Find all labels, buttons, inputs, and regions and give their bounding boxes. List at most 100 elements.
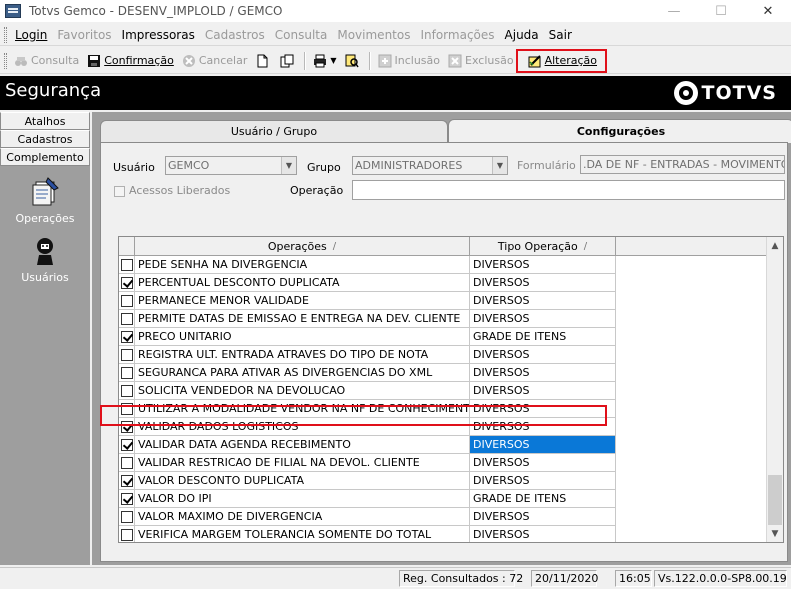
formulario-field[interactable]: .DA DE NF - ENTRADAS - MOVIMENTOS xyxy=(580,155,785,174)
operacao-cell[interactable]: PERMANECE MENOR VALIDADE xyxy=(135,292,470,310)
row-checkbox[interactable] xyxy=(121,277,133,289)
table-row[interactable]: PERMANECE MENOR VALIDADE DIVERSOS xyxy=(119,292,616,310)
tab-configuracoes[interactable]: Configurações xyxy=(448,119,791,143)
nav-usuarios[interactable]: Usuários xyxy=(0,235,90,284)
menu-ajuda[interactable]: Ajuda xyxy=(500,28,544,42)
left-tab-cadastros[interactable]: Cadastros xyxy=(0,130,90,148)
menu-sair[interactable]: Sair xyxy=(544,28,577,42)
tipo-operacao-cell[interactable]: DIVERSOS xyxy=(470,274,616,292)
row-checkbox[interactable] xyxy=(121,295,133,307)
formulario-value: .DA DE NF - ENTRADAS - MOVIMENTOS xyxy=(583,158,785,171)
scroll-up-icon[interactable]: ▲ xyxy=(767,237,783,254)
tipo-operacao-cell[interactable]: DIVERSOS xyxy=(470,436,616,454)
row-checkbox[interactable] xyxy=(121,349,133,361)
row-checkbox[interactable] xyxy=(121,475,133,487)
menu-consulta[interactable]: Consulta xyxy=(270,28,333,42)
tipo-operacao-cell[interactable]: DIVERSOS xyxy=(470,346,616,364)
operacao-cell[interactable]: PEDE SENHA NA DIVERGENCIA xyxy=(135,256,470,274)
usuario-combo[interactable]: GEMCO ▼ xyxy=(165,156,297,175)
tipo-operacao-cell[interactable]: DIVERSOS xyxy=(470,256,616,274)
maximize-button[interactable]: ☐ xyxy=(698,0,744,22)
left-tab-atalhos[interactable]: Atalhos xyxy=(0,112,90,130)
print-button[interactable]: ▼ xyxy=(309,50,340,72)
confirmacao-button[interactable]: Confirmação xyxy=(83,50,178,72)
row-checkbox-cell xyxy=(119,292,135,310)
row-checkbox[interactable] xyxy=(121,493,133,505)
table-row[interactable]: PERMITE DATAS DE EMISSAO E ENTREGA NA DE… xyxy=(119,310,616,328)
cancelar-button[interactable]: Cancelar xyxy=(178,50,252,72)
status-bar: Reg. Consultados : 72 20/11/2020 16:05 V… xyxy=(0,567,791,589)
tipo-operacao-cell[interactable]: DIVERSOS xyxy=(470,508,616,526)
tipo-operacao-cell[interactable]: GRADE DE ITENS xyxy=(470,490,616,508)
row-checkbox[interactable] xyxy=(121,511,133,523)
table-row[interactable]: VALOR MAXIMO DE DIVERGENCIA DIVERSOS xyxy=(119,508,616,526)
col-operacoes-header[interactable]: Operações / xyxy=(135,237,470,256)
table-row[interactable]: VALIDAR DATA AGENDA RECEBIMENTO DIVERSOS xyxy=(119,436,616,454)
tipo-operacao-cell[interactable]: DIVERSOS xyxy=(470,472,616,490)
menu-favoritos[interactable]: Favoritos xyxy=(52,28,116,42)
tipo-operacao-cell[interactable]: DIVERSOS xyxy=(470,526,616,542)
menu-login[interactable]: Login xyxy=(10,28,52,42)
minimize-button[interactable]: — xyxy=(651,0,697,22)
table-row[interactable]: VALIDAR RESTRICAO DE FILIAL NA DEVOL. CL… xyxy=(119,454,616,472)
row-checkbox[interactable] xyxy=(121,367,133,379)
scroll-down-icon[interactable]: ▼ xyxy=(767,525,783,542)
scroll-thumb[interactable] xyxy=(768,475,782,525)
operacao-cell[interactable]: VALIDAR DATA AGENDA RECEBIMENTO xyxy=(135,436,470,454)
table-row[interactable]: SEGURANCA PARA ATIVAR AS DIVERGENCIAS DO… xyxy=(119,364,616,382)
operacao-cell[interactable]: VALOR MAXIMO DE DIVERGENCIA xyxy=(135,508,470,526)
inclusao-button[interactable]: Inclusão xyxy=(374,50,445,72)
operacao-cell[interactable]: PERMITE DATAS DE EMISSAO E ENTREGA NA DE… xyxy=(135,310,470,328)
close-button[interactable]: ✕ xyxy=(745,0,791,22)
tipo-operacao-cell[interactable]: DIVERSOS xyxy=(470,310,616,328)
table-row[interactable]: PERCENTUAL DESCONTO DUPLICATA DIVERSOS xyxy=(119,274,616,292)
operacao-cell[interactable]: PRECO UNITARIO xyxy=(135,328,470,346)
operacao-cell[interactable]: VALIDAR RESTRICAO DE FILIAL NA DEVOL. CL… xyxy=(135,454,470,472)
col-tipo-header[interactable]: Tipo Operação / xyxy=(470,237,616,256)
grid-vertical-scrollbar[interactable]: ▲ ▼ xyxy=(766,237,783,542)
operacao-cell[interactable]: VERIFICA MARGEM TOLERANCIA SOMENTE DO TO… xyxy=(135,526,470,542)
operacao-cell[interactable]: REGISTRA ULT. ENTRADA ATRAVES DO TIPO DE… xyxy=(135,346,470,364)
tipo-operacao-cell[interactable]: DIVERSOS xyxy=(470,454,616,472)
table-row[interactable]: PRECO UNITARIO GRADE DE ITENS xyxy=(119,328,616,346)
nav-operacoes[interactable]: Operações xyxy=(0,176,90,225)
search-doc-button[interactable] xyxy=(341,50,366,72)
row-checkbox[interactable] xyxy=(121,385,133,397)
row-checkbox[interactable] xyxy=(121,457,133,469)
operacao-input[interactable] xyxy=(352,180,785,200)
table-row[interactable]: VERIFICA MARGEM TOLERANCIA SOMENTE DO TO… xyxy=(119,526,616,542)
row-checkbox[interactable] xyxy=(121,331,133,343)
row-checkbox[interactable] xyxy=(121,529,133,541)
acessos-liberados-checkbox[interactable] xyxy=(114,186,125,197)
left-tab-complemento[interactable]: Complemento xyxy=(0,148,90,166)
menu-cadastros[interactable]: Cadastros xyxy=(200,28,270,42)
tipo-operacao-cell[interactable]: DIVERSOS xyxy=(470,382,616,400)
tipo-operacao-cell[interactable]: GRADE DE ITENS xyxy=(470,328,616,346)
new-document-button[interactable] xyxy=(251,50,276,72)
exclusao-button[interactable]: Exclusão xyxy=(444,50,518,72)
table-row[interactable]: REGISTRA ULT. ENTRADA ATRAVES DO TIPO DE… xyxy=(119,346,616,364)
operacao-cell[interactable]: VALOR DESCONTO DUPLICATA xyxy=(135,472,470,490)
tipo-operacao-cell[interactable]: DIVERSOS xyxy=(470,292,616,310)
table-row[interactable]: VALOR DESCONTO DUPLICATA DIVERSOS xyxy=(119,472,616,490)
grupo-combo[interactable]: ADMINISTRADORES ▼ xyxy=(352,156,508,175)
table-row[interactable]: PEDE SENHA NA DIVERGENCIA DIVERSOS xyxy=(119,256,616,274)
status-reg-consultados: Reg. Consultados : 72 xyxy=(399,570,523,587)
operacao-cell[interactable]: PERCENTUAL DESCONTO DUPLICATA xyxy=(135,274,470,292)
row-checkbox[interactable] xyxy=(121,439,133,451)
table-row[interactable]: VALOR DO IPI GRADE DE ITENS xyxy=(119,490,616,508)
table-row[interactable]: SOLICITA VENDEDOR NA DEVOLUCAO DIVERSOS xyxy=(119,382,616,400)
menu-impressoras[interactable]: Impressoras xyxy=(117,28,200,42)
row-checkbox[interactable] xyxy=(121,259,133,271)
menu-informacoes[interactable]: Informações xyxy=(415,28,499,42)
consulta-button[interactable]: Consulta xyxy=(10,50,83,72)
copy-document-button[interactable] xyxy=(276,50,301,72)
operacao-cell[interactable]: VALOR DO IPI xyxy=(135,490,470,508)
menu-movimentos[interactable]: Movimentos xyxy=(332,28,415,42)
tipo-operacao-cell[interactable]: DIVERSOS xyxy=(470,364,616,382)
operacao-cell[interactable]: SOLICITA VENDEDOR NA DEVOLUCAO xyxy=(135,382,470,400)
tab-usuario-grupo[interactable]: Usuário / Grupo xyxy=(100,120,448,142)
title-bar: Totvs Gemco - DESENV_IMPLOLD / GEMCO — ☐… xyxy=(0,0,791,22)
operacao-cell[interactable]: SEGURANCA PARA ATIVAR AS DIVERGENCIAS DO… xyxy=(135,364,470,382)
row-checkbox[interactable] xyxy=(121,313,133,325)
